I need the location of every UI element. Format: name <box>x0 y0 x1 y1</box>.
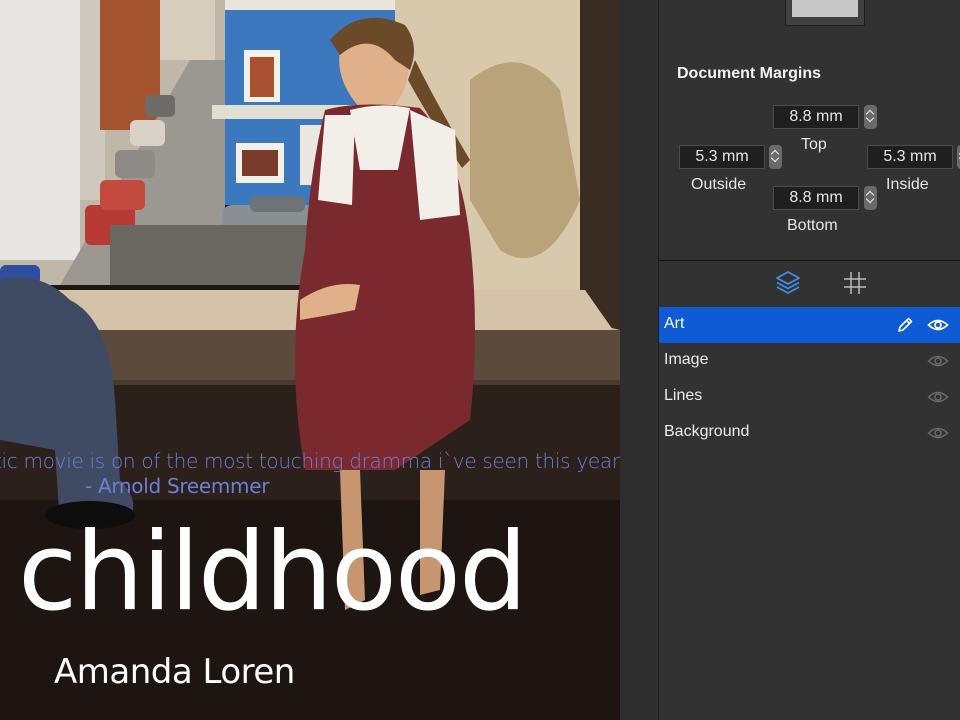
margin-top-label: Top <box>801 136 827 153</box>
tab-layers[interactable] <box>773 268 803 298</box>
eye-icon[interactable] <box>927 352 949 370</box>
eye-icon[interactable] <box>927 388 949 406</box>
page-thumbnail[interactable] <box>785 0 865 26</box>
pencil-icon[interactable] <box>895 315 915 335</box>
layer-name: Lines <box>664 387 703 404</box>
layer-name: Image <box>664 351 709 368</box>
eye-icon[interactable] <box>927 316 949 334</box>
cover-quote: tic movie is on of the most touching dra… <box>0 449 620 473</box>
layer-row-background[interactable]: Background <box>659 415 960 451</box>
margin-bottom-label: Bottom <box>787 217 838 234</box>
margin-bottom-field[interactable]: 8.8 mm <box>773 186 859 210</box>
canvas-gutter <box>620 0 658 720</box>
document-margins-title: Document Margins <box>677 65 822 82</box>
layer-row-image[interactable]: Image <box>659 343 960 379</box>
layers-list: Art Image Lines Background <box>659 307 960 451</box>
layer-row-art[interactable]: Art <box>659 307 960 343</box>
margin-top-stepper[interactable] <box>864 105 877 129</box>
margin-inside-label: Inside <box>886 176 929 193</box>
layer-name: Art <box>664 315 685 332</box>
margin-bottom-stepper[interactable] <box>864 186 877 210</box>
panel-divider <box>659 260 960 261</box>
tab-grid[interactable] <box>840 268 870 298</box>
cover-author: Amanda Loren <box>54 652 295 692</box>
layer-row-lines[interactable]: Lines <box>659 379 960 415</box>
margin-outside-field[interactable]: 5.3 mm <box>679 145 765 169</box>
margin-outside-stepper[interactable] <box>769 145 782 169</box>
inspector-panel: Document Margins 8.8 mm Top 5.3 mm Outsi… <box>658 0 960 720</box>
eye-icon[interactable] <box>927 424 949 442</box>
margin-outside-label: Outside <box>691 176 747 193</box>
layer-name: Background <box>664 423 750 440</box>
margin-top-field[interactable]: 8.8 mm <box>773 105 859 129</box>
grid-icon <box>844 272 866 294</box>
cover-title: childhood <box>18 510 528 635</box>
document-canvas[interactable]: tic movie is on of the most touching dra… <box>0 0 620 720</box>
margin-inside-field[interactable]: 5.3 mm <box>867 145 953 169</box>
page-thumbnail-preview <box>792 0 858 17</box>
layers-icon <box>776 271 800 294</box>
cover-quote-author: - Arnold Sreemmer <box>85 474 270 498</box>
